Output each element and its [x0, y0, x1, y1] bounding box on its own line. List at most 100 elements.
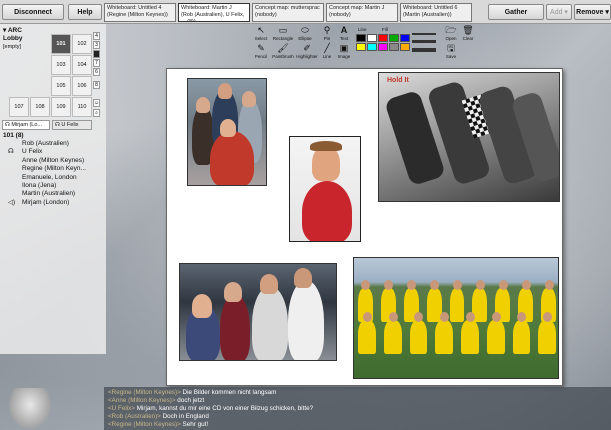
list-item[interactable]: ☊ U Felix	[0, 148, 104, 156]
room-101[interactable]: 101	[51, 34, 71, 54]
color-swatch[interactable]	[378, 43, 388, 51]
gather-button[interactable]: Gather	[488, 4, 544, 20]
tool-label: Line	[322, 54, 332, 59]
image-icon: ▣	[339, 43, 349, 53]
clear-button[interactable]: 🗑︎ Clear	[457, 25, 479, 41]
room-102[interactable]: 102	[72, 34, 92, 54]
list-item[interactable]: Emanuele, London	[0, 174, 104, 182]
tab-users: (Rob (Australien), U Felix, ... (8))	[181, 12, 245, 22]
room-badge[interactable]	[93, 50, 100, 58]
headset-icon: ☊	[55, 122, 60, 128]
portrait-photo[interactable]	[289, 136, 361, 242]
chat-sender: <Rob (Australien)>	[108, 413, 161, 420]
ellipse-tool[interactable]: ⬭ Ellipse	[294, 25, 316, 41]
user-tab-label: Mirjam (Lo...	[11, 122, 42, 128]
list-item[interactable]: Rob (Australien)	[0, 140, 104, 148]
room-106[interactable]: 106	[72, 76, 92, 96]
list-item[interactable]: Martin (Australien)	[0, 190, 104, 198]
user-list: Rob (Australien) ☊ U Felix Anne (Milton K…	[0, 140, 104, 207]
color-swatch[interactable]	[367, 43, 377, 51]
room-107[interactable]: 107	[9, 97, 29, 117]
room-104[interactable]: 104	[72, 55, 92, 75]
select-tool[interactable]: ↖ Select	[250, 25, 272, 41]
room-108[interactable]: 108	[30, 97, 50, 117]
speaker-icon: ◁)	[8, 198, 16, 206]
help-button[interactable]: Help	[68, 4, 102, 20]
chat-text: Mirjam, kannst du mir eine CD von einer …	[134, 405, 314, 412]
chat-text: Die Bilder kommen nicht langsam	[180, 389, 277, 396]
color-swatch[interactable]	[367, 34, 377, 42]
list-item[interactable]: Anne (Milton Keynes)	[0, 157, 104, 165]
chevron-down-icon[interactable]: ▾	[3, 27, 6, 34]
player-figure	[486, 320, 505, 354]
color-swatch[interactable]	[389, 34, 399, 42]
user-tab-mirjam[interactable]: ☊ Mirjam (Lo...	[2, 120, 50, 130]
user-name: U Felix	[22, 148, 43, 156]
rectangle-tool[interactable]: ▭ Rectangle	[272, 25, 294, 41]
rectangle-icon: ▭	[278, 25, 288, 35]
room-110[interactable]: 110	[72, 97, 92, 117]
color-swatch[interactable]	[400, 34, 410, 42]
color-swatch[interactable]	[389, 43, 399, 51]
tool-label: Save	[445, 54, 457, 59]
person-figure	[210, 131, 254, 185]
room-badge[interactable]: 6	[93, 68, 100, 76]
group-bw-photo[interactable]: Hold It	[378, 72, 560, 202]
chat-sender: <Regine (Milton Keynes)>	[108, 421, 181, 428]
room-badge[interactable]: 7	[93, 59, 100, 67]
line-width-option[interactable]	[412, 33, 436, 35]
highlighter-tool[interactable]: ✐ Highlighter	[296, 43, 318, 59]
soccer-team-photo[interactable]	[353, 257, 559, 379]
line-width-option[interactable]	[412, 40, 436, 43]
tab-concept-map-mutterprac[interactable]: Concept map: muttersprac (nobody)	[252, 3, 324, 22]
color-swatch[interactable]	[378, 34, 388, 42]
chat-text: Sehr gut!	[180, 421, 209, 428]
whiteboard-canvas[interactable]: Hold It	[166, 68, 563, 386]
paintbrush-tool[interactable]: 🖌︎ Paintbrush	[272, 43, 294, 59]
chat-text: doch jetzt	[175, 397, 205, 404]
list-item[interactable]: ◁) Mirjam (London)	[0, 199, 104, 207]
photo-caption: Hold It	[387, 77, 409, 84]
list-item[interactable]: Ilona (Jena)	[0, 182, 104, 190]
tab-title: Whiteboard: Untitled 6	[403, 5, 458, 11]
face	[498, 280, 508, 290]
room-badge[interactable]: 4	[93, 32, 100, 40]
family-photo[interactable]	[187, 78, 267, 186]
app-label: ARC	[7, 27, 22, 34]
remove-dropdown[interactable]: Remove ▾	[574, 4, 611, 20]
room-badge[interactable]: 3	[93, 41, 100, 49]
room-103[interactable]: 103	[51, 55, 71, 75]
zoom-icon[interactable]: ⌕	[93, 109, 100, 117]
user-tab-felix[interactable]: ☊ U Felix	[52, 120, 92, 130]
room-badge[interactable]: 8	[93, 81, 100, 89]
color-swatch[interactable]	[400, 43, 410, 51]
person-icon[interactable]: ☺	[93, 99, 100, 107]
line-width-option[interactable]	[412, 48, 436, 52]
tab-whiteboard-martin[interactable]: Whiteboard: Martin J (Rob (Australien), …	[178, 3, 250, 22]
headset-icon: ☊	[8, 148, 14, 156]
room-109[interactable]: 109	[51, 97, 71, 117]
room-105[interactable]: 105	[51, 76, 71, 96]
group-color-photo[interactable]	[179, 263, 337, 361]
disconnect-button[interactable]: Disconnect	[2, 4, 64, 20]
face	[294, 268, 312, 288]
image-tool[interactable]: ▣ Image	[333, 43, 355, 59]
text-tool[interactable]: A Text	[333, 25, 355, 41]
add-dropdown[interactable]: Add ▾	[546, 4, 572, 20]
person-figure	[252, 286, 288, 360]
ellipse-icon: ⬭	[301, 25, 309, 35]
tab-whiteboard-untitled-4[interactable]: Whiteboard: Untitled 4 (Regine (Milton K…	[104, 3, 176, 22]
line-color-label: Line	[358, 27, 367, 32]
tool-label: Pin	[323, 36, 331, 41]
lobby-label[interactable]: Lobby	[3, 35, 23, 42]
tab-concept-map-martin[interactable]: Concept map: Martin J (nobody)	[326, 3, 398, 22]
face	[465, 312, 475, 322]
save-button[interactable]: 🖫︎ Save	[440, 43, 462, 59]
color-swatch[interactable]	[356, 34, 366, 42]
color-swatch[interactable]	[356, 43, 366, 51]
tab-whiteboard-untitled-6[interactable]: Whiteboard: Untitled 6 (Martin (Australi…	[400, 3, 472, 22]
pencil-tool[interactable]: ✎ Pencil	[250, 43, 272, 59]
save-icon: 🖫︎	[447, 43, 455, 53]
list-item[interactable]: Regine (Milton Keyn...	[0, 165, 104, 173]
tool-label: Rectangle	[272, 36, 294, 41]
